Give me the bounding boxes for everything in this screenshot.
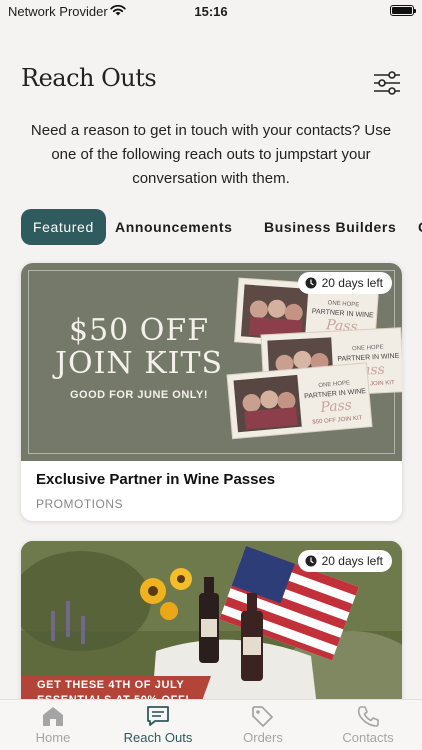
- intro-text: Need a reason to get in touch with your …: [30, 122, 392, 187]
- tab-announcements[interactable]: Announcements: [115, 209, 232, 245]
- phone-icon: [357, 706, 379, 727]
- message-icon: [147, 706, 169, 726]
- tab-partial[interactable]: C: [418, 209, 422, 245]
- nav-contacts[interactable]: Contacts: [318, 705, 418, 745]
- tab-featured[interactable]: Featured: [21, 209, 106, 245]
- nav-label: Contacts: [342, 730, 394, 745]
- clock-icon: [305, 277, 317, 289]
- nav-orders[interactable]: Orders: [213, 705, 313, 745]
- tag-icon: [252, 706, 273, 727]
- category-tabs: Featured Announcements Business Builders…: [21, 209, 422, 245]
- nav-label: Reach Outs: [123, 730, 193, 745]
- card-title: Exclusive Partner in Wine Passes: [36, 471, 276, 488]
- tab-business-builders[interactable]: Business Builders: [264, 209, 396, 245]
- nav-label: Orders: [243, 730, 283, 745]
- bottom-tab-bar: Home Reach Outs Orders Contacts: [0, 699, 422, 750]
- sliders-icon: [374, 71, 400, 95]
- badge-text: 20 days left: [321, 554, 383, 568]
- badge-text: 20 days left: [321, 276, 383, 290]
- reach-outs-screen: Network Provider 15:16 Reach Outs Need a…: [0, 0, 422, 750]
- nav-label: Home: [35, 730, 71, 745]
- battery-icon: [390, 5, 416, 16]
- clock-icon: [305, 555, 317, 567]
- svg-text:Pass: Pass: [319, 397, 353, 416]
- reach-out-card[interactable]: $50 OFF JOIN KITS GOOD FOR JUNE ONLY! ON…: [21, 263, 402, 521]
- clock: 15:16: [194, 4, 228, 19]
- status-bar: Network Provider 15:16: [0, 0, 422, 22]
- days-left-badge: 20 days left: [297, 550, 392, 572]
- card-image: $50 OFF JOIN KITS GOOD FOR JUNE ONLY! ON…: [21, 263, 402, 461]
- card-category: PROMOTIONS: [36, 497, 124, 511]
- page-title: Reach Outs: [21, 64, 157, 92]
- filter-button[interactable]: [372, 70, 402, 96]
- nav-home[interactable]: Home: [3, 705, 103, 745]
- days-left-badge: 20 days left: [297, 272, 392, 294]
- nav-reach-outs[interactable]: Reach Outs: [108, 705, 208, 745]
- home-icon: [43, 707, 63, 726]
